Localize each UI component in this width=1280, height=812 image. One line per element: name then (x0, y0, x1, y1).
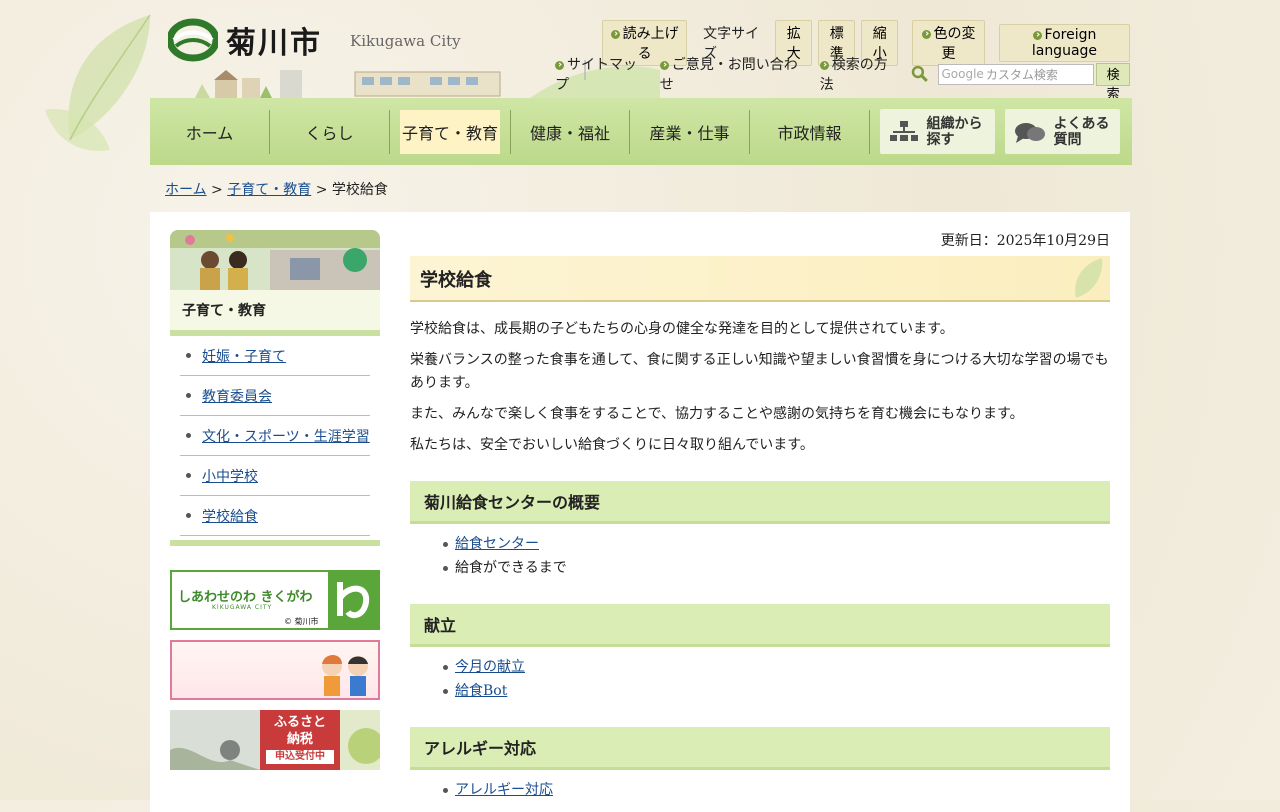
org-search-button[interactable]: 組織から探す (880, 109, 995, 154)
banner-furusato-label: ふるさと 納税 申込受付中 (260, 710, 340, 770)
breadcrumb-category[interactable]: 子育て・教育 (227, 182, 311, 198)
list-item: 今月の献立 (440, 655, 1110, 679)
search-input[interactable]: Google カスタム検索 (938, 63, 1095, 85)
sidebar-item-board-of-education: 教育委員会 (180, 376, 370, 416)
children-illustration-icon (322, 655, 368, 696)
faq-label: よくある質問 (1053, 115, 1110, 148)
nav-item-living[interactable]: くらし (270, 109, 390, 154)
arrow-circle-icon (819, 60, 829, 70)
banner-shiawase[interactable]: しあわせのわ きくがわ KIKUGAWA CITY © 菊川市 (170, 570, 380, 630)
sidebar: 子育て・教育 妊娠・子育て 教育委員会 文化・スポーツ・生涯学習 小中学校 学校… (170, 230, 380, 770)
produce-photo-icon (170, 710, 260, 770)
sitemap-link[interactable]: サイトマップ (555, 54, 650, 94)
faq-button[interactable]: よくある質問 (1005, 109, 1120, 154)
search-button[interactable]: 検索 (1096, 62, 1130, 102)
search-icon (911, 65, 928, 82)
arrow-circle-icon (555, 60, 564, 70)
section-heading-menu: 献立 (410, 604, 1110, 647)
arrow-circle-icon (659, 60, 669, 70)
arrow-circle-icon (1032, 30, 1042, 40)
main-panel: 子育て・教育 妊娠・子育て 教育委員会 文化・スポーツ・生涯学習 小中学校 学校… (150, 212, 1130, 812)
sidebar-heading: 子育て・教育 (170, 290, 380, 336)
site-logo-english: Kikugawa City (350, 32, 461, 50)
breadcrumb: ホーム > 子育て・教育 > 学校給食 (165, 182, 388, 198)
header-links: サイトマップ ご意見・お問い合わせ 検索の方法 Google カスタム検索 検索 (555, 54, 1130, 102)
contact-link[interactable]: ご意見・お問い合わせ (659, 54, 810, 94)
main-content: 更新日：2025年10月29日 学校給食 学校給食は、成長期の子どもたちの心身の… (410, 230, 1110, 802)
nav-item-city-info[interactable]: 市政情報 (750, 109, 870, 154)
search-placeholder: カスタム検索 (985, 67, 1058, 82)
sidebar-photo (170, 230, 380, 290)
nav-item-home[interactable]: ホーム (150, 109, 270, 154)
paragraph: 栄養バランスの整った食事を通して、食に関する正しい知識や望ましい食習慣を身につけ… (410, 352, 1109, 391)
list-item: 給食Bot (440, 679, 1110, 703)
children-photo-icon (170, 230, 380, 290)
chrysanthemum-logo-icon (168, 18, 218, 62)
site-logo[interactable]: 菊川市 (168, 18, 322, 62)
section-list: 給食センター 給食ができるまで (440, 532, 1110, 580)
section-list: 今月の献立 給食Bot (440, 655, 1110, 703)
paragraph: 私たちは、安全でおいしい給食づくりに日々取り組んでいます。 (410, 437, 814, 453)
paragraph: また、みんなで楽しく食事をすることで、協力することや感謝の気持ちを育む機会にもな… (410, 406, 1024, 422)
banner-furusato[interactable]: ふるさと 納税 申込受付中 (170, 710, 380, 770)
melon-photo-icon (340, 710, 380, 770)
breadcrumb-home[interactable]: ホーム (165, 182, 207, 198)
banner-shiawase-copy: © 菊川市 (284, 617, 319, 626)
leaf-icon (1075, 258, 1103, 298)
lunch-bot-link[interactable]: 給食Bot (455, 683, 507, 699)
monthly-menu-link[interactable]: 今月の献立 (455, 659, 525, 675)
section-heading-allergy: アレルギー対応 (410, 727, 1110, 770)
sidebar-item-pregnancy-childcare: 妊娠・子育て (180, 336, 370, 376)
sidebar-item-school-lunch: 学校給食 (180, 496, 370, 536)
section-heading-center-overview: 菊川給食センターの概要 (410, 481, 1110, 524)
google-label: Google (941, 67, 984, 81)
speech-bubble-icon (1014, 122, 1045, 143)
site-header: 菊川市 Kikugawa City 読み上げる 文字サイズ 拡大 標準 縮小 色… (150, 0, 1130, 102)
global-nav: ホーム くらし 子育て・教育 健康・福祉 産業・仕事 市政情報 組織から探す よ… (150, 98, 1132, 165)
wa-mascot-icon (328, 572, 378, 628)
nav-item-industry-work[interactable]: 産業・仕事 (630, 109, 750, 154)
lunch-center-link[interactable]: 給食センター (455, 536, 539, 552)
breadcrumb-current: 学校給食 (331, 182, 388, 198)
nav-item-health-welfare[interactable]: 健康・福祉 (510, 109, 630, 154)
site-logo-text: 菊川市 (226, 26, 322, 61)
updated-date: 更新日：2025年10月29日 (940, 233, 1110, 249)
search-method-link[interactable]: 検索の方法 (819, 54, 901, 94)
nav-item-childcare-education[interactable]: 子育て・教育 (400, 109, 500, 154)
allergy-link[interactable]: アレルギー対応 (455, 782, 553, 798)
sidebar-item-culture-sports: 文化・スポーツ・生涯学習 (180, 416, 370, 456)
arrow-circle-icon (921, 29, 931, 39)
banner-shiawase-text: しあわせのわ きくがわ (178, 590, 313, 605)
section-list: アレルギー対応 (440, 778, 1110, 802)
paragraph: 学校給食は、成長期の子どもたちの心身の健全な発達を目的として提供されています。 (410, 321, 954, 337)
list-item: アレルギー対応 (440, 778, 1110, 802)
list-item: 給食ができるまで (440, 556, 1110, 580)
sidebar-list: 妊娠・子育て 教育委員会 文化・スポーツ・生涯学習 小中学校 学校給食 (170, 336, 380, 536)
leaf-decoration-icon (45, 14, 151, 151)
page-title: 学校給食 (410, 256, 1110, 302)
banner-shiawase-sub: KIKUGAWA CITY (212, 604, 273, 611)
org-chart-icon (889, 120, 918, 141)
sidebar-item-schools: 小中学校 (180, 456, 370, 496)
list-item: 給食センター (440, 532, 1110, 556)
org-search-label: 組織から探す (926, 115, 983, 148)
banner-kikusuku[interactable] (170, 640, 380, 700)
arrow-circle-icon (610, 29, 620, 39)
sidebar-bottom-border (170, 540, 380, 546)
